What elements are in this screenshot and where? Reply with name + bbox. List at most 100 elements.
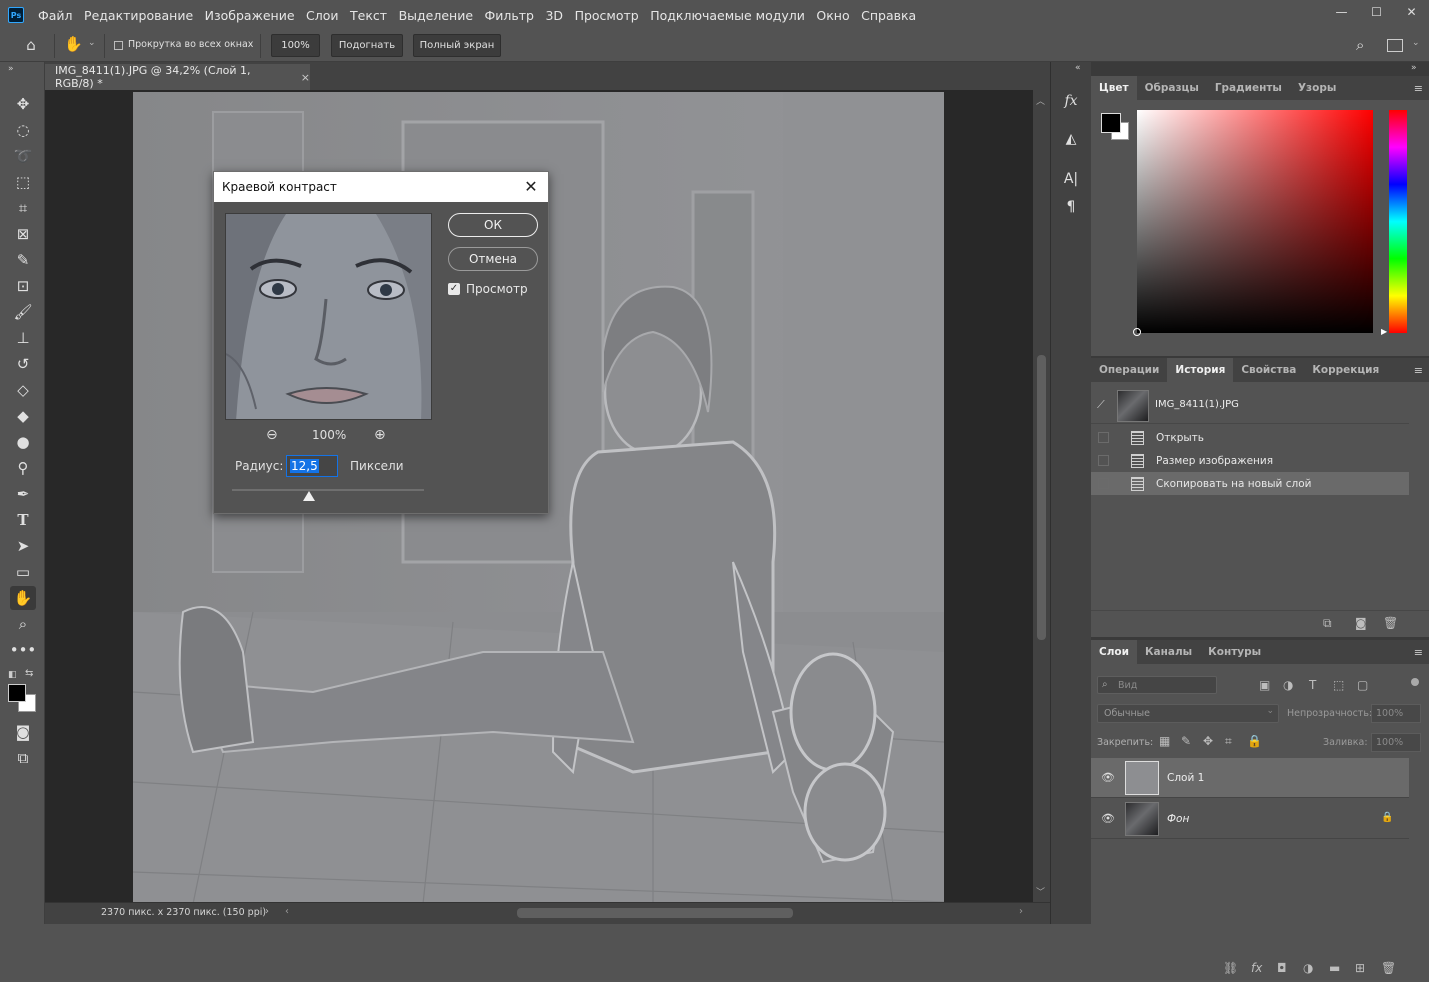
tab-color[interactable]: Цвет: [1091, 76, 1137, 100]
clone-stamp-tool-icon[interactable]: ⊥: [10, 326, 36, 350]
tab-patterns[interactable]: Узоры: [1290, 76, 1344, 100]
scroll-left-icon[interactable]: ‹: [285, 906, 289, 917]
ellipse-marquee-tool-icon[interactable]: ◌: [10, 118, 36, 142]
close-window-icon[interactable]: ✕: [1394, 0, 1429, 24]
document-tab[interactable]: IMG_8411(1).JPG @ 34,2% (Слой 1, RGB/8) …: [45, 64, 310, 90]
zoom-tool-icon[interactable]: ⌕: [10, 612, 36, 636]
tab-layers[interactable]: Слои: [1091, 640, 1137, 664]
filter-adjustment-icon[interactable]: ◑: [1283, 678, 1293, 692]
preview-label[interactable]: Просмотр: [466, 282, 528, 296]
maximize-icon[interactable]: ☐: [1359, 0, 1394, 24]
layer-name[interactable]: Слой 1: [1167, 772, 1204, 784]
adjustment-layer-icon[interactable]: ◑: [1303, 961, 1313, 975]
preview-checkbox[interactable]: ✓: [448, 283, 460, 295]
tab-channels[interactable]: Каналы: [1137, 640, 1200, 664]
workspace-icon[interactable]: [1387, 39, 1403, 52]
menu-3d[interactable]: 3D: [545, 8, 563, 23]
radius-input[interactable]: 12,5: [286, 455, 338, 477]
menu-type[interactable]: Текст: [350, 8, 387, 23]
home-icon[interactable]: ⌂: [20, 36, 42, 56]
menu-layers[interactable]: Слои: [306, 8, 339, 23]
filter-preview[interactable]: [225, 213, 432, 420]
menu-filter[interactable]: Фильтр: [485, 8, 534, 23]
menu-select[interactable]: Выделение: [399, 8, 473, 23]
hand-tool-preset-icon[interactable]: ✋: [64, 35, 84, 55]
zoom-out-icon[interactable]: ⊖: [266, 427, 278, 443]
radius-slider-track[interactable]: [232, 489, 424, 491]
tab-swatches[interactable]: Образцы: [1137, 76, 1207, 100]
tab-properties[interactable]: Свойства: [1233, 358, 1304, 382]
history-step[interactable]: Открыть: [1091, 426, 1409, 449]
layer-name[interactable]: Фон: [1167, 813, 1189, 825]
status-menu-icon[interactable]: ›: [265, 906, 269, 917]
hue-slider-marker[interactable]: ▶: [1381, 327, 1387, 336]
trash-icon[interactable]: 🗑: [1381, 961, 1396, 975]
history-step-active[interactable]: Скопировать на новый слой: [1091, 472, 1409, 495]
hue-slider[interactable]: [1389, 110, 1407, 333]
panel-menu-icon[interactable]: ≡: [1414, 82, 1423, 95]
history-brush-source-icon[interactable]: ⟋: [1097, 398, 1105, 412]
zoom-in-icon[interactable]: ⊕: [374, 427, 386, 443]
menu-window[interactable]: Окно: [816, 8, 849, 23]
menu-file[interactable]: Файл: [38, 8, 73, 23]
paragraph-icon[interactable]: ¶: [1059, 194, 1083, 220]
menu-help[interactable]: Справка: [861, 8, 916, 23]
close-icon[interactable]: ✕: [522, 177, 540, 196]
object-selection-tool-icon[interactable]: ⬚: [10, 170, 36, 194]
opacity-input[interactable]: 100%: [1371, 704, 1421, 723]
filter-shape-icon[interactable]: ⬚: [1333, 678, 1344, 692]
screen-mode-icon[interactable]: ⧉: [10, 746, 36, 770]
minimize-icon[interactable]: —: [1324, 0, 1359, 24]
hand-tool-icon[interactable]: ✋: [10, 586, 36, 610]
scroll-up-icon[interactable]: ︿: [1036, 94, 1045, 107]
history-brush-tool-icon[interactable]: ↺: [10, 352, 36, 376]
filter-image-icon[interactable]: ▣: [1259, 678, 1270, 692]
collapse-arrows-icon[interactable]: »: [8, 64, 14, 74]
visibility-eye-icon[interactable]: 👁: [1101, 771, 1115, 784]
collapse-arrows-icon[interactable]: »: [1411, 63, 1417, 73]
menu-plugins[interactable]: Подключаемые модули: [650, 8, 805, 23]
tab-history[interactable]: История: [1167, 358, 1234, 382]
spot-healing-tool-icon[interactable]: ⊡: [10, 274, 36, 298]
cancel-button[interactable]: Отмена: [448, 247, 538, 271]
blur-tool-icon[interactable]: ●: [10, 430, 36, 454]
link-layers-icon[interactable]: ⛓: [1223, 961, 1238, 975]
scroll-down-icon[interactable]: ﹀: [1036, 885, 1045, 898]
camera-icon[interactable]: ◙: [1355, 616, 1367, 630]
lock-image-icon[interactable]: ✎: [1181, 734, 1191, 748]
fill-input[interactable]: 100%: [1371, 733, 1421, 752]
crop-tool-icon[interactable]: ⌗: [10, 196, 36, 220]
search-icon[interactable]: ⌕: [1356, 36, 1364, 54]
collapse-arrows-icon[interactable]: «: [1075, 63, 1081, 73]
eraser-tool-icon[interactable]: ◇: [10, 378, 36, 402]
filter-type-icon[interactable]: T: [1309, 678, 1316, 692]
chevron-down-icon[interactable]: ⌄: [88, 38, 96, 48]
character-icon[interactable]: A|: [1059, 166, 1083, 192]
move-tool-icon[interactable]: ✥: [10, 92, 36, 116]
panel-menu-icon[interactable]: ≡: [1414, 364, 1423, 377]
add-mask-icon[interactable]: ◘: [1277, 961, 1287, 975]
horizontal-scrollbar-thumb[interactable]: [517, 908, 793, 918]
lock-position-icon[interactable]: ✥: [1203, 734, 1213, 748]
foreground-color-swatch[interactable]: [8, 684, 26, 702]
lock-all-icon[interactable]: 🔒: [1247, 734, 1262, 748]
scroll-right-icon[interactable]: ›: [1019, 906, 1023, 917]
paint-bucket-tool-icon[interactable]: ◆: [10, 404, 36, 428]
fill-screen-button[interactable]: Полный экран: [413, 34, 501, 57]
menu-image[interactable]: Изображение: [205, 8, 295, 23]
chevron-down-icon[interactable]: ⌄: [1412, 38, 1420, 48]
visibility-eye-icon[interactable]: 👁: [1101, 812, 1115, 825]
new-layer-icon[interactable]: ⊞: [1355, 961, 1365, 975]
ok-button[interactable]: ОК: [448, 213, 538, 237]
type-tool-icon[interactable]: T: [10, 508, 36, 532]
close-tab-icon[interactable]: ×: [301, 71, 310, 84]
lock-transparent-icon[interactable]: ▦: [1159, 734, 1170, 748]
zoom-100-button[interactable]: 100%: [271, 34, 320, 57]
eyedropper-tool-icon[interactable]: ✎: [10, 248, 36, 272]
filter-toggle[interactable]: [1411, 678, 1419, 686]
menu-view[interactable]: Просмотр: [575, 8, 639, 23]
brush-tool-icon[interactable]: 🖌: [10, 300, 36, 324]
swap-colors-icon[interactable]: ⇆: [25, 668, 33, 679]
color-field[interactable]: [1137, 110, 1373, 333]
path-selection-tool-icon[interactable]: ➤: [10, 534, 36, 558]
